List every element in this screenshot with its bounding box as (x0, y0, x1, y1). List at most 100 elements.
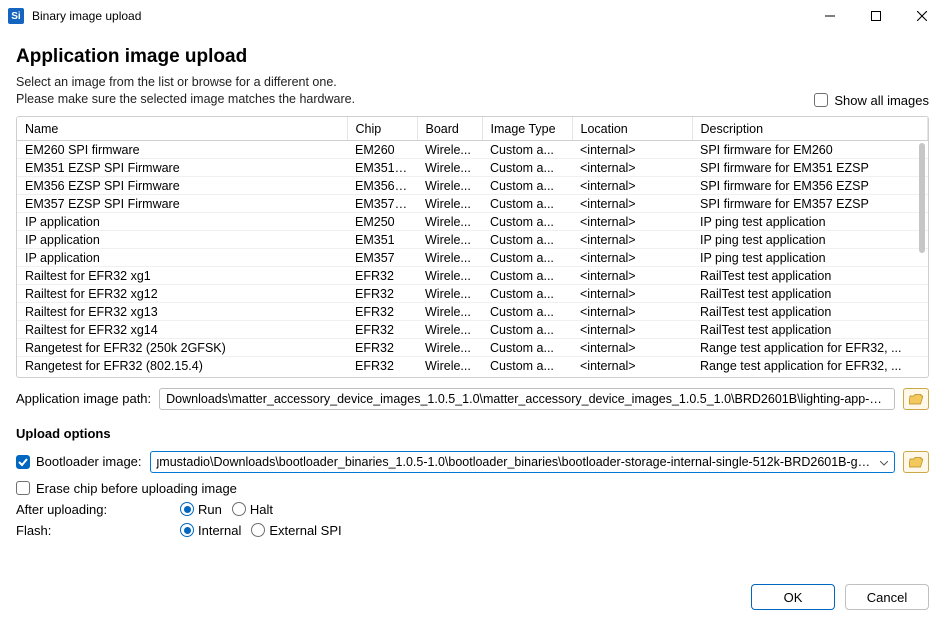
upload-options-heading: Upload options (16, 426, 929, 441)
col-location[interactable]: Location (572, 117, 692, 141)
table-row[interactable]: EM357 EZSP SPI FirmwareEM357-E...Wirele.… (17, 195, 928, 213)
cell-desc: SPI firmware for EM356 EZSP (692, 177, 928, 195)
col-chip[interactable]: Chip (347, 117, 417, 141)
col-image-type[interactable]: Image Type (482, 117, 572, 141)
cell-board: Wirele... (417, 195, 482, 213)
cell-loc: <internal> (572, 303, 692, 321)
titlebar: Si Binary image upload (0, 0, 945, 32)
table-row[interactable]: Railtest for EFR32 xg12EFR32Wirele...Cus… (17, 285, 928, 303)
cell-loc: <internal> (572, 357, 692, 375)
checkbox-checked-icon (16, 455, 30, 469)
table-row[interactable]: Railtest for EFR32 xg14EFR32Wirele...Cus… (17, 321, 928, 339)
table-row[interactable]: Rangetest for EFR32 (802.15.4)EFR32Wirel… (17, 357, 928, 375)
cell-name: EM351 EZSP SPI Firmware (17, 159, 347, 177)
cell-loc: <internal> (572, 159, 692, 177)
cell-itype: Custom a... (482, 249, 572, 267)
cell-loc: <internal> (572, 285, 692, 303)
after-run-radio[interactable]: Run (180, 502, 222, 517)
checkbox-icon (16, 481, 30, 495)
cell-board: Wirele... (417, 249, 482, 267)
cell-desc: SPI firmware for EM260 (692, 141, 928, 159)
cell-desc: Range test application for EFR32, ... (692, 357, 928, 375)
image-table[interactable]: Name Chip Board Image Type Location Desc… (16, 116, 929, 378)
page-title: Application image upload (16, 46, 355, 68)
bootloader-image-combobox[interactable]: ȷmustadio\Downloads\bootloader_binaries_… (150, 451, 895, 473)
browse-app-image-button[interactable] (903, 388, 929, 410)
maximize-icon (871, 11, 881, 21)
show-all-images-checkbox[interactable]: Show all images (814, 93, 929, 108)
after-halt-radio[interactable]: Halt (232, 502, 273, 517)
window-title: Binary image upload (32, 9, 141, 23)
cell-desc: IP ping test application (692, 249, 928, 267)
cell-itype: Custom a... (482, 285, 572, 303)
cell-loc: <internal> (572, 213, 692, 231)
subtitle-line-2: Please make sure the selected image matc… (16, 91, 355, 108)
table-row[interactable]: Railtest for EFR32 xg13EFR32Wirele...Cus… (17, 303, 928, 321)
cell-chip: EFR32 (347, 357, 417, 375)
bootloader-image-checkbox[interactable]: Bootloader image: (16, 454, 142, 469)
table-header-row: Name Chip Board Image Type Location Desc… (17, 117, 928, 141)
folder-open-icon (909, 456, 923, 468)
after-run-label: Run (198, 502, 222, 517)
cell-chip: EM351-E... (347, 159, 417, 177)
chevron-down-icon (880, 455, 888, 469)
cell-itype: Custom a... (482, 177, 572, 195)
bootloader-image-label: Bootloader image: (36, 454, 142, 469)
cell-loc: <internal> (572, 177, 692, 195)
flash-external-radio[interactable]: External SPI (251, 523, 341, 538)
show-all-images-label: Show all images (834, 93, 929, 108)
table-row[interactable]: Rangetest for EFR32 (250k 2GFSK)EFR32Wir… (17, 339, 928, 357)
cell-loc: <internal> (572, 141, 692, 159)
col-board[interactable]: Board (417, 117, 482, 141)
col-description[interactable]: Description (692, 117, 928, 141)
cell-itype: Custom a... (482, 339, 572, 357)
cell-name: Rangetest for EFR32 (802.15.4) (17, 357, 347, 375)
cell-name: EM357 EZSP SPI Firmware (17, 195, 347, 213)
maximize-button[interactable] (853, 0, 899, 32)
app-image-path-label: Application image path: (16, 391, 151, 406)
flash-internal-radio[interactable]: Internal (180, 523, 241, 538)
cell-itype: Custom a... (482, 321, 572, 339)
checkbox-icon (814, 93, 828, 107)
ok-button[interactable]: OK (751, 584, 835, 610)
cell-desc: RailTest test application (692, 321, 928, 339)
table-row[interactable]: IP applicationEM357Wirele...Custom a...<… (17, 249, 928, 267)
subtitle-line-1: Select an image from the list or browse … (16, 74, 355, 91)
cell-itype: Custom a... (482, 141, 572, 159)
cell-board: Wirele... (417, 321, 482, 339)
col-name[interactable]: Name (17, 117, 347, 141)
after-halt-label: Halt (250, 502, 273, 517)
cell-board: Wirele... (417, 303, 482, 321)
cell-desc: RailTest test application (692, 303, 928, 321)
cell-board: Wirele... (417, 141, 482, 159)
table-row[interactable]: EM260 SPI firmwareEM260Wirele...Custom a… (17, 141, 928, 159)
erase-chip-checkbox[interactable]: Erase chip before uploading image (16, 481, 237, 496)
table-row[interactable]: IP applicationEM250Wirele...Custom a...<… (17, 213, 928, 231)
cancel-button[interactable]: Cancel (845, 584, 929, 610)
cell-name: Railtest for EFR32 xg1 (17, 267, 347, 285)
cell-board: Wirele... (417, 357, 482, 375)
app-image-path-input[interactable]: Downloads\matter_accessory_device_images… (159, 388, 895, 410)
cell-itype: Custom a... (482, 357, 572, 375)
close-button[interactable] (899, 0, 945, 32)
cell-board: Wirele... (417, 267, 482, 285)
table-row[interactable]: EM351 EZSP SPI FirmwareEM351-E...Wirele.… (17, 159, 928, 177)
table-row[interactable]: IP applicationEM351Wirele...Custom a...<… (17, 231, 928, 249)
table-row[interactable]: Railtest for EFR32 xg1EFR32Wirele...Cust… (17, 267, 928, 285)
minimize-button[interactable] (807, 0, 853, 32)
cell-itype: Custom a... (482, 213, 572, 231)
cell-chip: EFR32 (347, 285, 417, 303)
cell-desc: IP ping test application (692, 231, 928, 249)
cell-name: Railtest for EFR32 xg12 (17, 285, 347, 303)
browse-bootloader-button[interactable] (903, 451, 929, 473)
scrollbar-thumb[interactable] (919, 143, 925, 253)
cell-chip: EM260 (347, 141, 417, 159)
cell-desc: RailTest test application (692, 267, 928, 285)
table-scrollbar[interactable] (918, 143, 926, 375)
table-row[interactable]: EM356 EZSP SPI FirmwareEM356-E...Wirele.… (17, 177, 928, 195)
cell-name: Railtest for EFR32 xg14 (17, 321, 347, 339)
cell-chip: EM356-E... (347, 177, 417, 195)
cell-board: Wirele... (417, 285, 482, 303)
cell-board: Wirele... (417, 213, 482, 231)
flash-external-label: External SPI (269, 523, 341, 538)
